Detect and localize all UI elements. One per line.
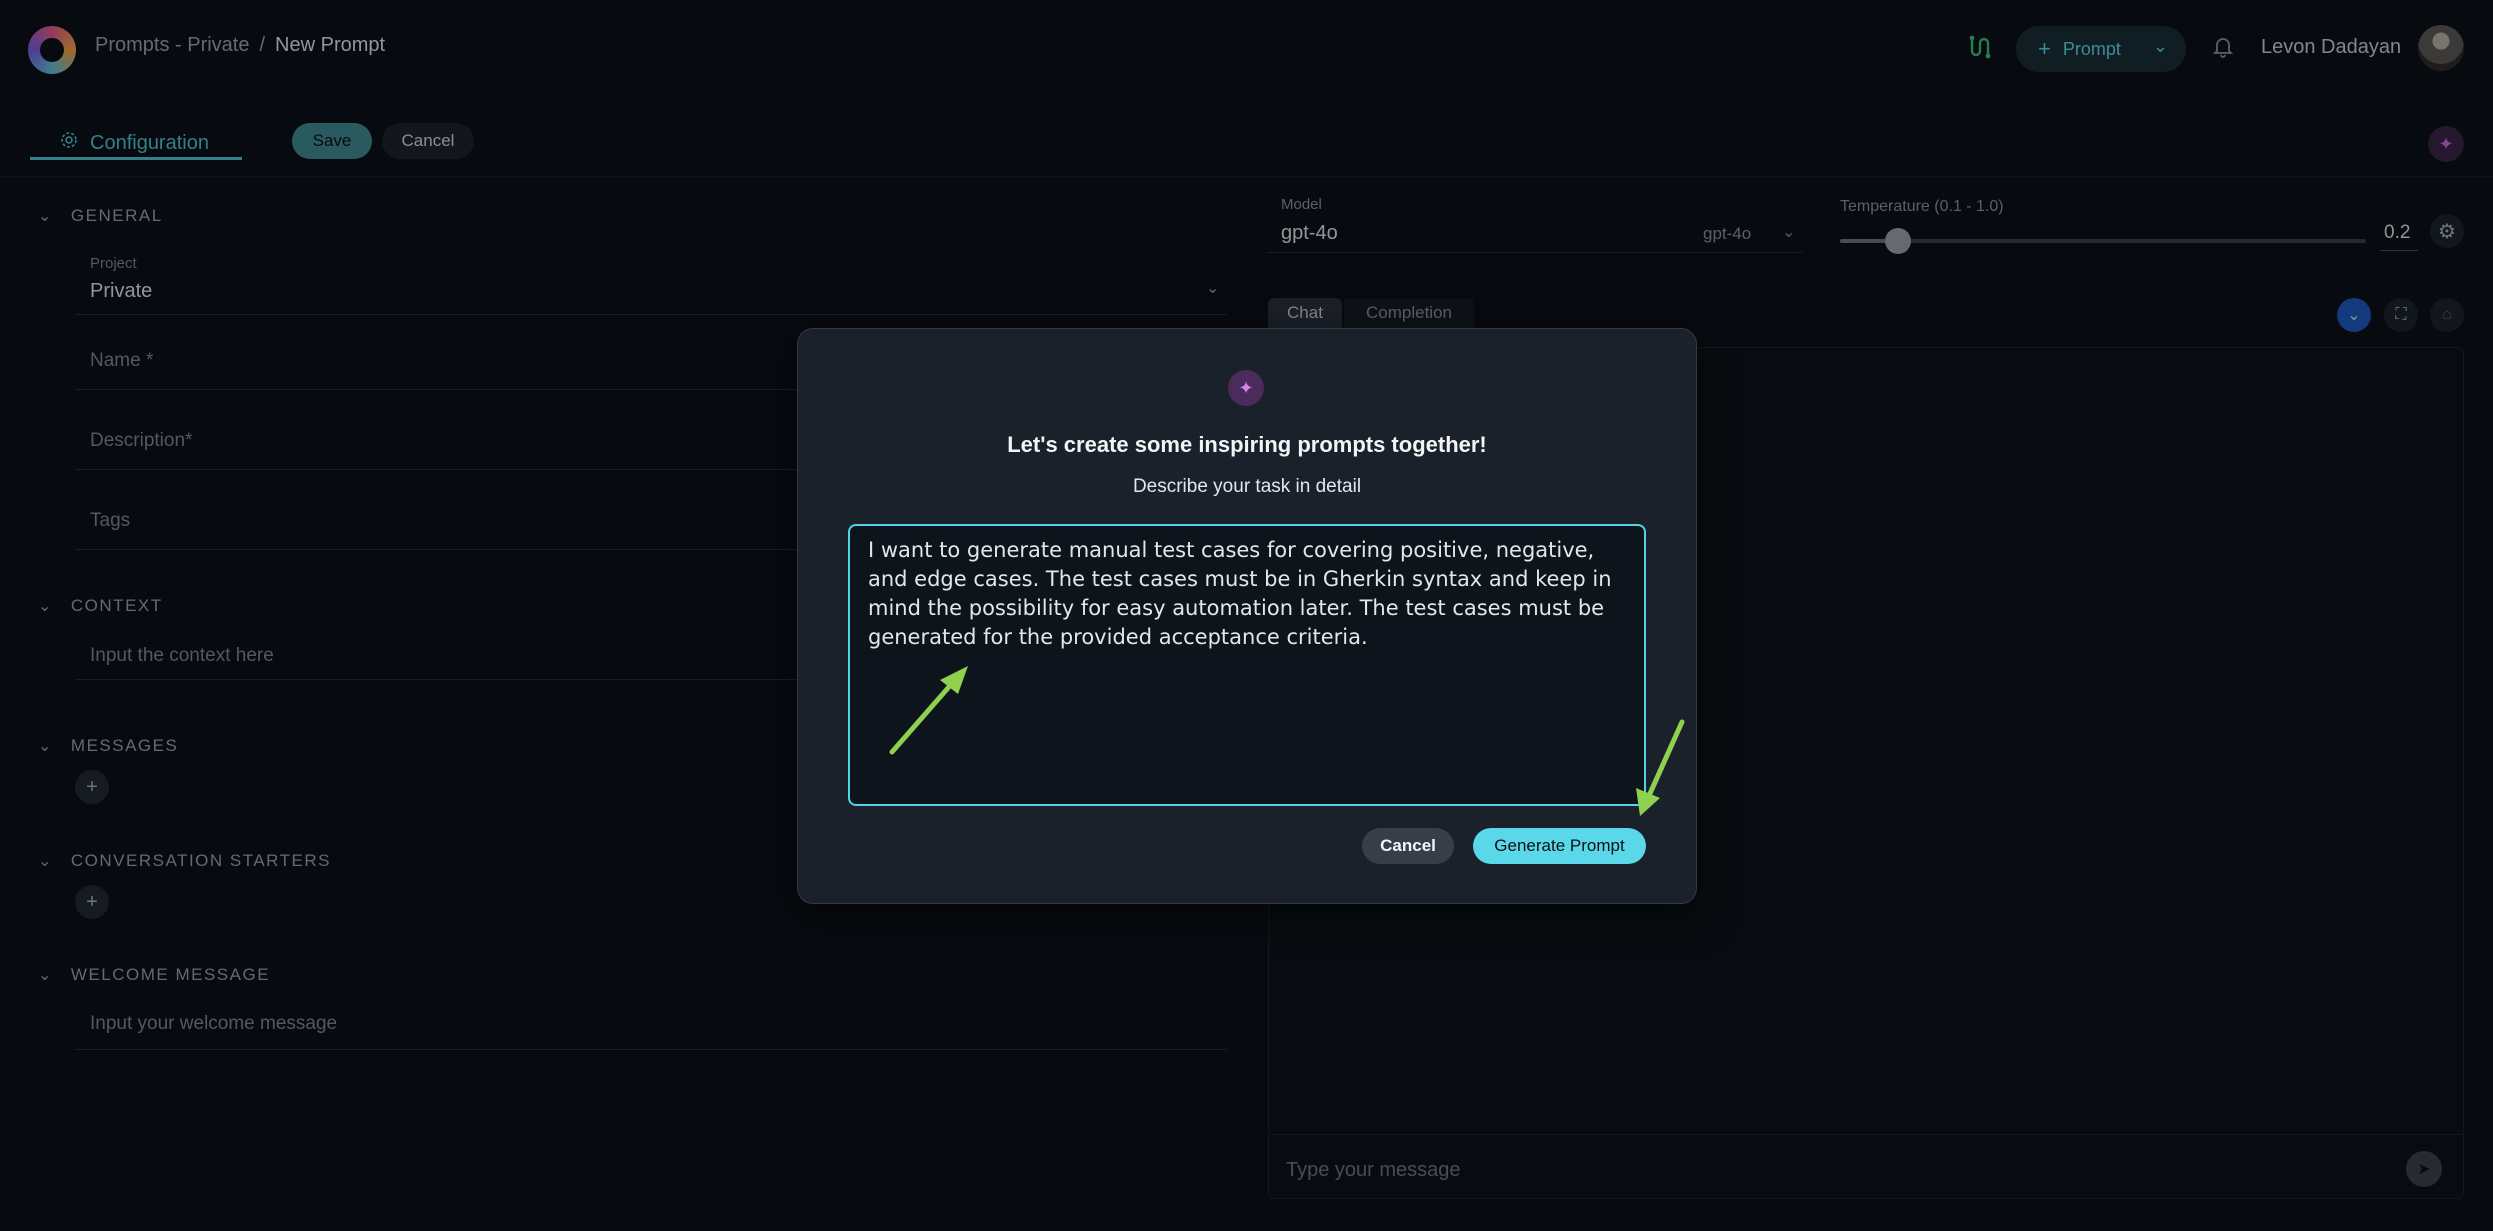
generate-prompt-button[interactable]: Generate Prompt [1473, 828, 1646, 864]
dialog-title: Let's create some inspiring prompts toge… [1007, 432, 1487, 457]
task-description-input[interactable]: I want to generate manual test cases for… [848, 524, 1646, 806]
dialog-cancel-button[interactable]: Cancel [1362, 828, 1454, 864]
dialog-subtitle: Describe your task in detail [1132, 476, 1362, 497]
magic-wand-icon: ✦ [1228, 370, 1264, 406]
